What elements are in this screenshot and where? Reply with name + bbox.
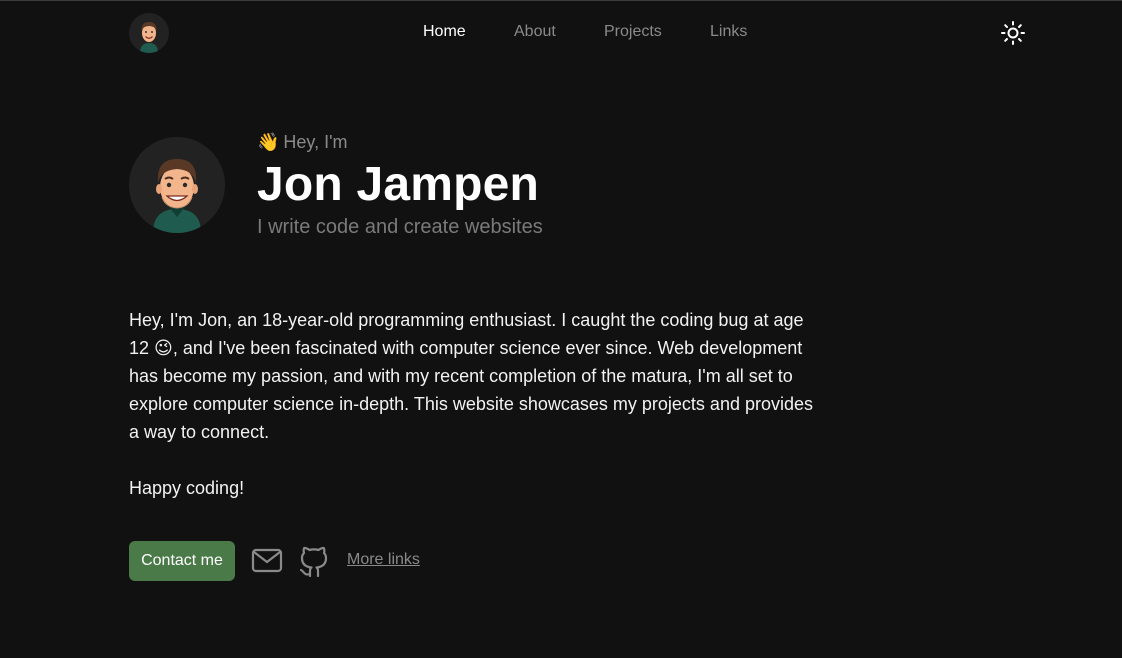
top-navigation: Home About Projects Links (0, 0, 1122, 64)
nav-links: Home About Projects Links (0, 23, 1122, 43)
nav-link-about[interactable]: About (514, 23, 556, 41)
contact-me-button[interactable]: Contact me (129, 541, 235, 581)
wink-emoji-icon: 😉 (154, 338, 173, 358)
nav-link-home[interactable]: Home (423, 23, 466, 41)
nav-link-projects[interactable]: Projects (604, 23, 662, 41)
more-links-link[interactable]: More links (347, 551, 420, 569)
greeting: 👋 Hey, I'm (257, 132, 348, 153)
bio: Hey, I'm Jon, an 18-year-old programming… (129, 306, 819, 502)
mail-icon[interactable] (251, 547, 283, 575)
nav-link-links[interactable]: Links (710, 23, 747, 41)
sun-icon[interactable] (1000, 20, 1026, 46)
waving-hand-icon: 👋 (257, 132, 280, 152)
hero-avatar (129, 137, 225, 233)
bio-text-part-2: , and I've been fascinated with computer… (129, 338, 813, 442)
github-icon[interactable] (299, 545, 329, 578)
tagline: I write code and create websites (257, 216, 543, 238)
bio-closing: Happy coding! (129, 478, 245, 498)
bio-paragraph: Hey, I'm Jon, an 18-year-old programming… (129, 306, 819, 446)
greeting-text: Hey, I'm (283, 132, 348, 152)
page-title: Jon Jampen (257, 158, 540, 211)
